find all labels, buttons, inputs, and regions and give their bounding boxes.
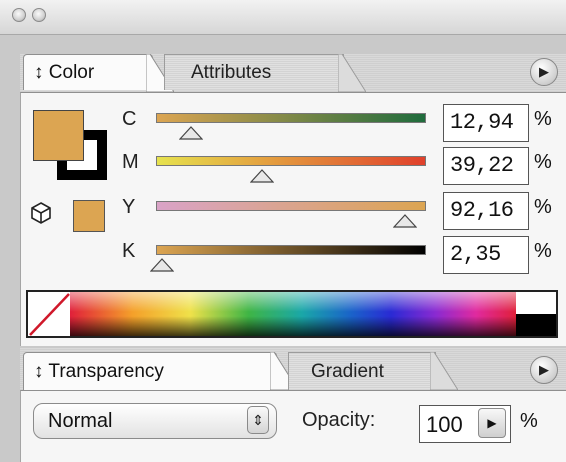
channel-label-y: Y [122,196,136,218]
channel-unit-y: % [534,196,552,218]
white-swatch[interactable] [516,292,556,314]
tab-attributes-label: Attributes [191,62,272,83]
channel-value-field-k[interactable]: 2,35 [443,236,529,274]
play-triangle-icon: ▶ [539,362,549,377]
channel-slider-thumb-y[interactable] [392,214,417,228]
tab-transparency-label: ↕ Transparency [34,361,164,382]
channel-slider-thumb-c[interactable] [178,126,203,140]
channel-unit-m: % [534,151,552,173]
color-panel-menu-button[interactable]: ▶ [530,58,558,86]
opacity-value[interactable]: 100 [426,412,463,438]
transparency-panel-menu-button[interactable]: ▶ [530,356,558,384]
channel-value-field-c[interactable]: 12,94 [443,104,529,142]
opacity-slider-button[interactable]: ▶ [478,408,506,438]
play-triangle-icon: ▶ [487,416,497,430]
blend-mode-select[interactable]: Normal [33,403,277,439]
channel-slider-m[interactable] [156,156,426,166]
close-window-button[interactable] [12,8,26,22]
channel-value-field-y[interactable]: 92,16 [443,192,529,230]
tab-color[interactable]: ↕ Color [23,54,153,90]
up-down-arrows-icon: ⇕ [252,412,264,428]
out-of-gamut-cube-icon[interactable] [30,201,52,225]
color-spectrum-ramp[interactable] [70,292,516,336]
channel-slider-thumb-m[interactable] [249,169,274,183]
tab-attributes-slant [338,54,366,92]
channel-label-k: K [122,240,136,262]
blend-mode-value: Normal [48,410,113,432]
gamut-color-swatch[interactable] [73,200,105,232]
fill-swatch[interactable] [33,110,84,161]
opacity-unit: % [520,410,538,432]
channel-label-c: C [122,108,137,130]
tab-gradient[interactable]: Gradient [288,352,436,390]
title-bar [0,0,566,35]
channel-label-m: M [122,151,139,173]
channel-slider-y[interactable] [156,201,426,211]
channel-slider-c[interactable] [156,113,426,123]
blend-mode-stepper[interactable]: ⇕ [247,406,269,434]
tab-attributes[interactable]: Attributes [164,54,344,90]
opacity-label: Opacity: [302,409,376,431]
tab-gradient-slant [430,352,458,390]
black-swatch[interactable] [516,314,556,336]
tab-gradient-label: Gradient [311,361,384,382]
channel-slider-thumb-k[interactable] [150,258,175,272]
tab-transparency[interactable]: ↕ Transparency [23,352,277,390]
channel-unit-k: % [534,240,552,262]
minimize-window-button[interactable] [32,8,46,22]
channel-value-field-m[interactable]: 39,22 [443,147,529,185]
channel-slider-k[interactable] [156,245,426,255]
play-triangle-icon: ▶ [539,64,549,79]
tab-color-label: ↕ Color [34,62,95,83]
channel-unit-c: % [534,108,552,130]
none-color-swatch[interactable] [28,292,70,336]
